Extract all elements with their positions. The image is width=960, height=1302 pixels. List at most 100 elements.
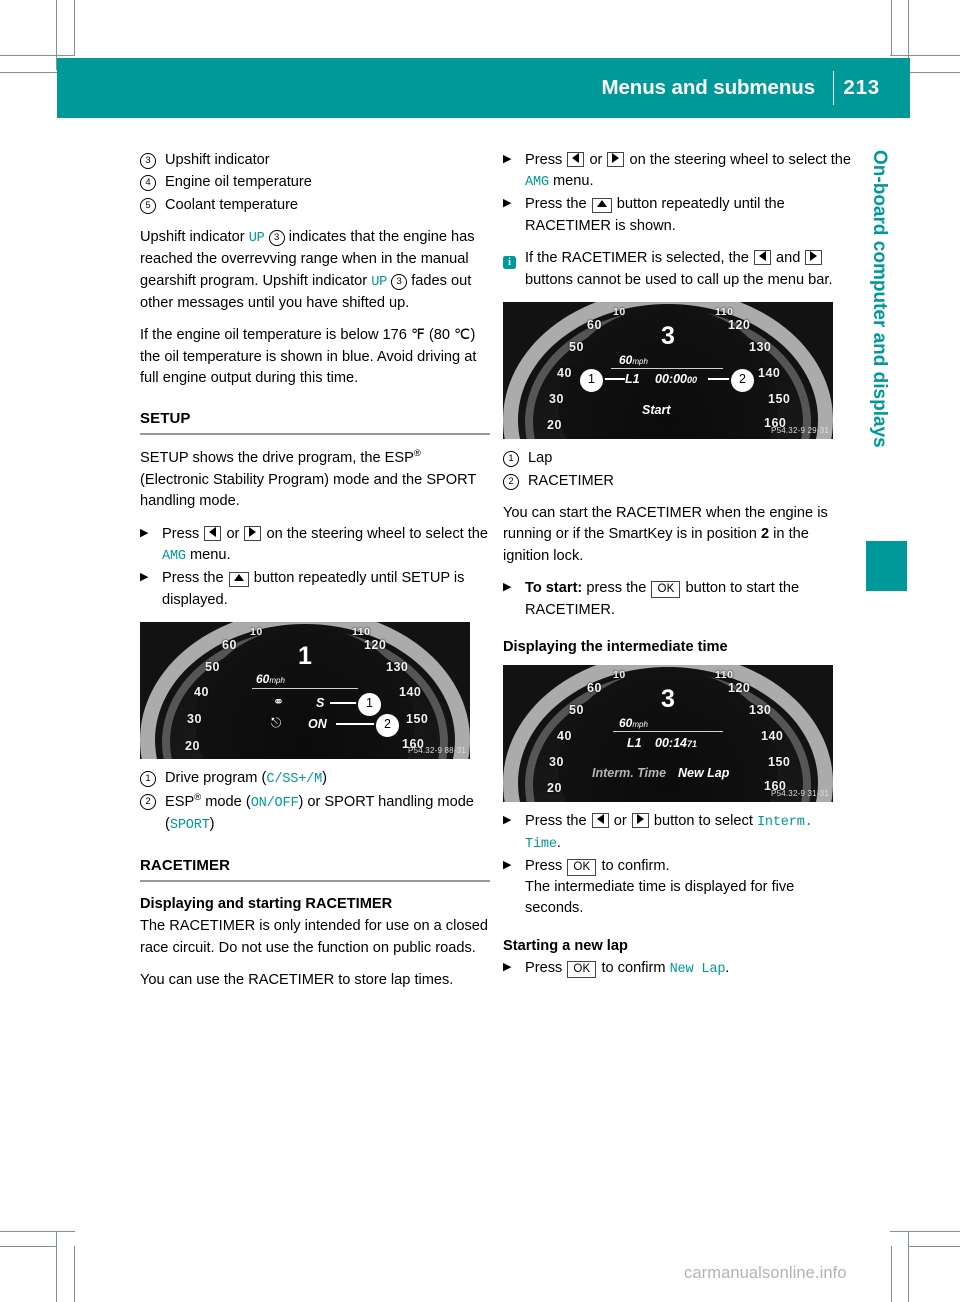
legend-list-racetimer: 1 Lap 2 RACETIMER xyxy=(503,448,853,492)
legend-number-circle: 5 xyxy=(140,195,165,216)
legend-esp-tail2: ) xyxy=(209,815,215,832)
step-select-period: . xyxy=(556,834,561,851)
gauge-tick-150: 150 xyxy=(406,711,429,726)
esp-icon: ⎋ xyxy=(271,714,282,730)
legend-drive-program-tail: ) xyxy=(322,769,327,786)
step-label-menu: menu. xyxy=(189,547,231,564)
figure-reference-code: P54.32-9 29-31 xyxy=(771,426,829,436)
step-arrow-icon: ▶ xyxy=(140,526,149,539)
step-newlap-period: . xyxy=(725,960,730,977)
crop-mark-top-right-horizontal-inner xyxy=(908,72,960,73)
crop-mark-top-right-horizontal-outer xyxy=(890,55,960,56)
figure-instrument-cluster-intermediate-time: 10 60 50 40 30 20 110 120 130 140 150 16… xyxy=(503,664,833,802)
new-lap-code: New Lap xyxy=(669,962,726,978)
crop-mark-bottom-right-vertical-inner xyxy=(891,1246,892,1302)
gauge-tick-140: 140 xyxy=(758,366,781,381)
gauge-tick-140: 140 xyxy=(761,728,784,743)
chapter-thumb-index-marker xyxy=(866,541,907,591)
crop-mark-bottom-left-vertical-outer xyxy=(56,1231,57,1302)
paragraph-upshift-indicator: Upshift indicator UP 3 indicates that th… xyxy=(140,227,490,314)
upshift-para2-lead: Upshift indicator xyxy=(262,272,368,289)
crop-mark-top-left-horizontal-inner xyxy=(0,72,57,73)
step-arrow-icon: ▶ xyxy=(503,581,512,594)
subheading-displaying-starting-racetimer: Displaying and starting RACETIMER xyxy=(140,895,393,912)
crop-mark-top-left-horizontal-outer xyxy=(0,55,75,56)
gauge-tick-20: 20 xyxy=(185,738,200,753)
gauge-tick-40: 40 xyxy=(557,366,572,381)
crop-mark-top-left-vertical-inner xyxy=(74,0,75,55)
crop-mark-bottom-right-vertical-outer xyxy=(908,1231,909,1302)
step-label-or: or xyxy=(226,525,240,542)
step-arrow-icon: ▶ xyxy=(503,197,512,210)
page-number: 213 xyxy=(843,76,880,99)
gauge-divider-line xyxy=(611,368,723,370)
right-arrow-button[interactable] xyxy=(631,812,649,828)
crop-mark-bottom-left-vertical-inner xyxy=(74,1246,75,1302)
gauge-timer-value: 00:0000 xyxy=(655,372,697,387)
step-newlap-a: Press xyxy=(525,960,563,977)
ok-button[interactable]: OK xyxy=(567,858,597,876)
amg-menu-code: AMG xyxy=(162,549,186,565)
legend-item: 5 Coolant temperature xyxy=(140,195,490,216)
steps-racetimer-select: ▶ Press or on the steering wheel to sele… xyxy=(503,150,853,237)
step-select-or: or xyxy=(613,812,627,829)
crop-mark-bottom-left-horizontal-inner xyxy=(0,1246,57,1247)
up-arrow-button[interactable] xyxy=(591,198,612,214)
gauge-start-label: Start xyxy=(642,403,671,418)
gauge-tick-20: 20 xyxy=(547,780,562,795)
gauge-tick-120: 120 xyxy=(728,318,751,333)
legend-number-circle: 2 xyxy=(140,791,165,812)
section-heading-racetimer: RACETIMER xyxy=(140,856,231,874)
step-confirm-interm-time: ▶ Press OK to confirm. The intermediate … xyxy=(503,856,853,920)
upshift-para1-lead: Upshift indicator xyxy=(140,229,245,246)
note-text-c: buttons cannot be used to call up the me… xyxy=(525,271,833,288)
crop-mark-bottom-left-horizontal-outer xyxy=(0,1231,75,1232)
up-arrow-button[interactable] xyxy=(228,572,249,588)
figure-instrument-cluster-setup: 10 60 50 40 30 20 110 120 130 140 150 16… xyxy=(140,621,470,759)
step-arrow-icon: ▶ xyxy=(503,961,512,974)
header-divider xyxy=(833,71,834,105)
ok-button[interactable]: OK xyxy=(567,961,597,979)
legend-item-lap: 1 Lap xyxy=(503,448,853,469)
gauge-speed-readout: 60mph xyxy=(619,353,648,368)
right-arrow-button[interactable] xyxy=(805,250,823,266)
gauge-tick-120: 120 xyxy=(364,637,387,652)
step-newlap-b: to confirm xyxy=(601,960,666,977)
left-arrow-button[interactable] xyxy=(204,525,222,541)
callout-leader-1 xyxy=(603,378,625,380)
step-label-steering: on the steering wheel to select the xyxy=(266,525,489,542)
legend-drive-program-label: Drive program ( xyxy=(165,769,267,786)
legend-item-label: Engine oil temperature xyxy=(165,174,312,191)
site-watermark: carmanualsonline.info xyxy=(684,1264,847,1282)
ok-button[interactable]: OK xyxy=(651,581,681,599)
gauge-speed-readout: 60mph xyxy=(619,715,648,730)
right-arrow-button[interactable] xyxy=(607,152,625,167)
steps-to-start: ▶ To start: press the OK button to start… xyxy=(503,578,853,621)
upshift-code-up-2: UP xyxy=(371,274,388,290)
gauge-tick-60: 60 xyxy=(587,318,602,333)
gauge-tick-150: 150 xyxy=(768,754,791,769)
legend-list-cluster-items: 3 Upshift indicator 4 Engine oil tempera… xyxy=(140,150,490,216)
legend-item-racetimer: 2 RACETIMER xyxy=(503,471,853,492)
legend-item-label: RACETIMER xyxy=(528,472,614,489)
step-arrow-icon: ▶ xyxy=(503,813,512,826)
step-select-amg-menu: ▶ Press or on the steering wheel to sele… xyxy=(140,524,490,567)
step-label-steering: on the steering wheel to select the xyxy=(629,152,852,168)
section-rule xyxy=(140,879,490,882)
step-press-up-until-racetimer: ▶ Press the button repeatedly until the … xyxy=(503,194,853,237)
left-arrow-button[interactable] xyxy=(591,812,609,828)
section-heading-setup: SETUP xyxy=(140,410,191,428)
gauge-tick-130: 130 xyxy=(749,702,772,717)
figure-callout-2: 2 xyxy=(374,711,401,739)
step-select-a: Press the xyxy=(525,812,587,829)
left-column: 3 Upshift indicator 4 Engine oil tempera… xyxy=(140,150,490,1003)
left-arrow-button[interactable] xyxy=(567,152,585,167)
gauge-tick-10: 10 xyxy=(613,668,626,681)
sport-mode-value: SPORT xyxy=(169,817,210,833)
note-text-b: and xyxy=(775,250,801,267)
left-arrow-button[interactable] xyxy=(753,250,771,266)
gauge-tick-40: 40 xyxy=(194,684,209,699)
gauge-tick-40: 40 xyxy=(557,728,572,743)
right-column: ▶ Press or on the steering wheel to sele… xyxy=(503,150,853,991)
right-arrow-button[interactable] xyxy=(244,525,262,541)
